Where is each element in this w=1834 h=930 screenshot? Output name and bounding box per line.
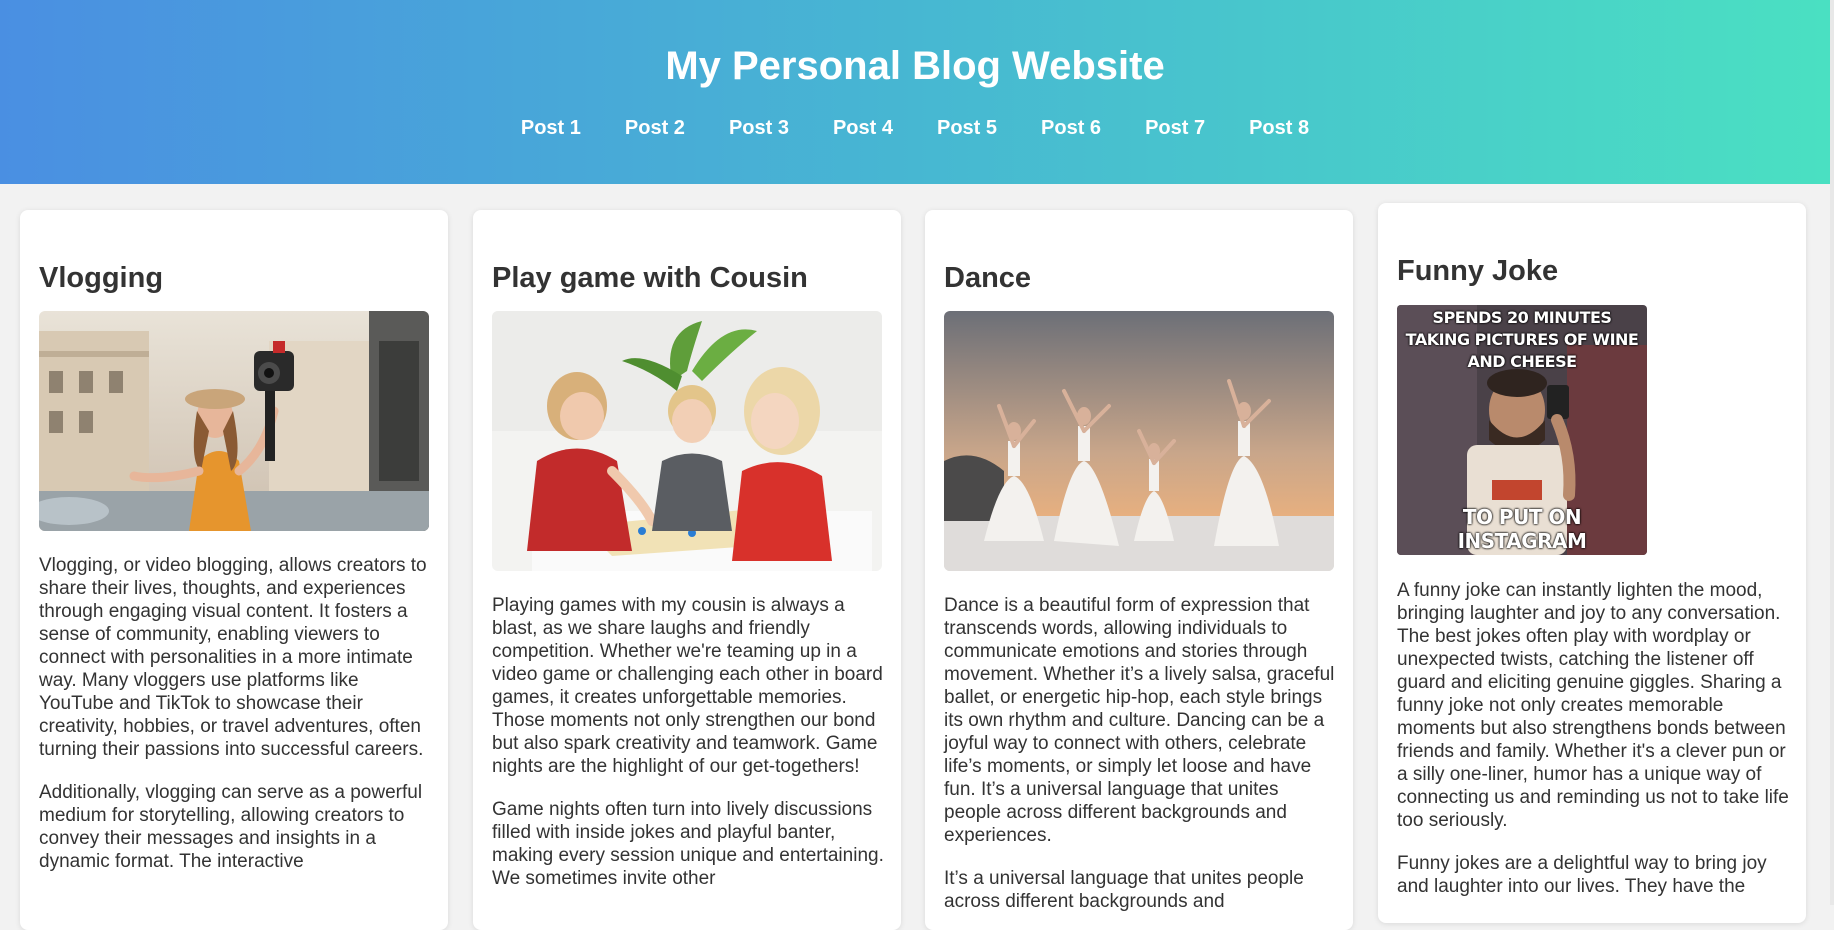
- post-paragraph: Dance is a beautiful form of expression …: [944, 595, 1335, 846]
- post-paragraph: Additionally, vlogging can serve as a po…: [39, 782, 423, 872]
- post-image-dance: [944, 311, 1334, 571]
- post-image-vlogging: [39, 311, 429, 531]
- nav-link-post-7[interactable]: Post 7: [1145, 116, 1205, 140]
- post-card-vlogging: Vlogging Vlogging, or video blogging, al…: [20, 210, 448, 930]
- post-image-play-game: [492, 311, 882, 571]
- site-header: My Personal Blog Website Post 1 Post 2 P…: [0, 0, 1830, 184]
- post-card-dance: Dance Dance is a beautiful form of expre…: [925, 210, 1353, 930]
- nav-link-post-1[interactable]: Post 1: [521, 116, 581, 140]
- post-body: A funny joke can instantly lighten the m…: [1397, 579, 1789, 918]
- post-title: Play game with Cousin: [492, 262, 808, 294]
- nav-link-post-6[interactable]: Post 6: [1041, 116, 1101, 140]
- post-body: Playing games with my cousin is always a…: [492, 594, 884, 910]
- meme-bottom-caption: TO PUT ON INSTAGRAM: [1457, 505, 1587, 553]
- post-card-play-game: Play game with Cousin Playing games with…: [473, 210, 901, 930]
- post-paragraph: Game nights often turn into lively discu…: [492, 799, 884, 889]
- post-paragraph: It’s a universal language that unites pe…: [944, 868, 1304, 912]
- page-scrollbar[interactable]: [1830, 0, 1834, 905]
- post-title: Dance: [944, 262, 1032, 294]
- post-card-funny-joke: Funny Joke SPENDS 20 MINUTES TAKING PICT…: [1378, 203, 1806, 923]
- post-body: Vlogging, or video blogging, allows crea…: [39, 554, 431, 893]
- post-paragraph: A funny joke can instantly lighten the m…: [1397, 580, 1789, 831]
- nav-link-post-8[interactable]: Post 8: [1249, 116, 1309, 140]
- nav-link-post-5[interactable]: Post 5: [937, 116, 997, 140]
- nav-link-post-4[interactable]: Post 4: [833, 116, 893, 140]
- post-nav: Post 1 Post 2 Post 3 Post 4 Post 5 Post …: [0, 116, 1830, 140]
- post-title: Funny Joke: [1397, 255, 1559, 287]
- nav-link-post-3[interactable]: Post 3: [729, 116, 789, 140]
- post-title: Vlogging: [39, 262, 164, 294]
- meme-top-caption: SPENDS 20 MINUTES TAKING PICTURES OF WIN…: [1405, 308, 1639, 371]
- nav-link-post-2[interactable]: Post 2: [625, 116, 685, 140]
- post-image-funny-joke: SPENDS 20 MINUTES TAKING PICTURES OF WIN…: [1397, 305, 1647, 555]
- post-paragraph: Vlogging, or video blogging, allows crea…: [39, 555, 427, 760]
- post-body: Dance is a beautiful form of expression …: [944, 594, 1336, 930]
- post-paragraph: Funny jokes are a delightful way to brin…: [1397, 853, 1767, 897]
- post-paragraph: Playing games with my cousin is always a…: [492, 595, 883, 777]
- site-title: My Personal Blog Website: [665, 44, 1165, 88]
